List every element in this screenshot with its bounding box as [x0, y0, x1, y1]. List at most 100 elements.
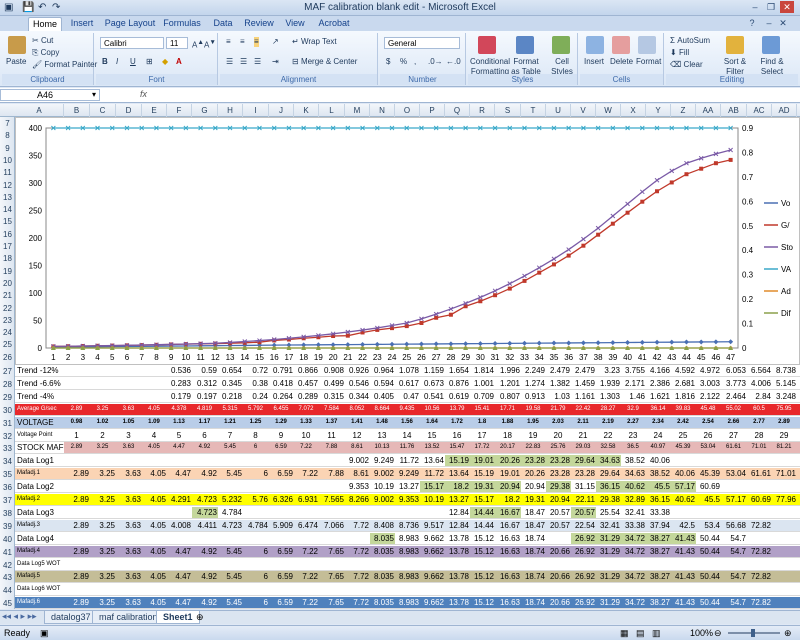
cell[interactable]: 7.72 [345, 520, 370, 531]
cell[interactable]: 4.819 [192, 404, 218, 415]
cell[interactable]: 6.564 [747, 365, 772, 376]
cell[interactable]: 54.7 [721, 597, 747, 608]
cell[interactable]: 0.617 [395, 378, 420, 389]
cell[interactable]: 2.89 [64, 442, 90, 453]
cell[interactable]: 7.066 [319, 520, 345, 531]
cell[interactable]: 4.05 [142, 597, 167, 608]
cell[interactable]: 1.33 [294, 417, 319, 428]
cell[interactable]: 15.17 [470, 494, 495, 505]
cell[interactable]: 1.41 [345, 417, 370, 428]
cell[interactable]: 23 [621, 430, 646, 441]
cell[interactable]: 1.21 [218, 417, 243, 428]
cell[interactable]: 2.89 [64, 494, 90, 505]
cell[interactable]: 16.67 [495, 520, 521, 531]
cell[interactable]: 7.22 [294, 468, 319, 479]
cell[interactable]: 10.56 [420, 404, 445, 415]
number-format-select[interactable]: General [384, 37, 460, 49]
cell[interactable]: 7.22 [294, 597, 319, 608]
row-label[interactable]: Trend -6.6% [15, 377, 64, 389]
cell[interactable]: 15.19 [445, 455, 470, 467]
row-label[interactable]: Mafadj.6 [15, 597, 64, 609]
row-label[interactable]: Data Log2 [15, 481, 64, 493]
format-cells-icon[interactable] [638, 36, 656, 54]
cell[interactable]: 41.43 [671, 597, 696, 608]
column-header-C[interactable]: C [90, 104, 116, 117]
cell[interactable]: 1.814 [470, 365, 495, 376]
column-header-Z[interactable]: Z [671, 104, 696, 117]
cell[interactable]: 4.378 [167, 404, 192, 415]
cell[interactable]: 1.161 [571, 391, 596, 402]
cell[interactable]: 38.27 [646, 546, 671, 557]
cell[interactable]: 8.983 [395, 571, 420, 582]
cell[interactable]: 4.47 [167, 597, 192, 608]
cell[interactable]: 26 [696, 430, 721, 441]
cell[interactable] [294, 507, 319, 518]
cell[interactable] [269, 507, 294, 518]
cell[interactable]: 8.61 [345, 442, 370, 453]
cell[interactable]: 13.78 [445, 571, 470, 582]
help-icon[interactable]: ? [745, 17, 759, 29]
cell[interactable]: 2.89 [64, 597, 90, 608]
cell[interactable]: 0.344 [345, 391, 370, 402]
cell[interactable]: 16 [445, 430, 470, 441]
cell[interactable]: 22 [596, 430, 621, 441]
column-header-O[interactable]: O [395, 104, 420, 117]
cell[interactable]: 6 [243, 468, 269, 479]
cell[interactable]: 4.05 [142, 571, 167, 582]
cell[interactable]: 18.2 [445, 481, 470, 493]
cell[interactable]: 8.738 [772, 365, 797, 376]
cell[interactable]: 4.592 [671, 365, 696, 376]
cell[interactable]: 0.315 [319, 391, 345, 402]
cell[interactable]: 0.964 [370, 365, 395, 376]
cell[interactable]: 3.25 [90, 520, 116, 531]
cell[interactable]: 34.72 [621, 532, 646, 544]
column-header-F[interactable]: F [167, 104, 192, 117]
tab-review[interactable]: Review [242, 17, 276, 31]
font-color-icon[interactable]: A [176, 57, 182, 67]
cell[interactable]: 7.22 [294, 571, 319, 582]
cell[interactable]: 4.008 [167, 520, 192, 531]
cell[interactable]: 7.584 [319, 404, 345, 415]
cell[interactable]: 50.44 [696, 597, 721, 608]
cell[interactable]: 10 [294, 430, 319, 441]
cell[interactable]: 9.662 [420, 597, 445, 608]
align-center-icon[interactable]: ☰ [240, 57, 247, 67]
cell[interactable]: 55.02 [721, 404, 747, 415]
cell[interactable]: 7.65 [319, 571, 345, 582]
row-header-28[interactable]: 28 [0, 380, 15, 389]
cell[interactable]: 0.72 [243, 365, 269, 376]
cell[interactable]: 6.59 [269, 468, 294, 479]
delete-button[interactable]: Delete [610, 57, 633, 67]
page-break-view-icon[interactable]: ▥ [652, 628, 661, 639]
grow-font-icon[interactable]: A▲ [192, 38, 204, 51]
cell[interactable]: 1.201 [495, 378, 521, 389]
cell[interactable]: 6.59 [269, 442, 294, 453]
cell[interactable]: 1.02 [90, 417, 116, 428]
cell[interactable]: 9.353 [345, 481, 370, 492]
cell[interactable]: 3.25 [90, 597, 116, 608]
cell[interactable]: 0.418 [269, 378, 294, 389]
cell[interactable]: 13.52 [420, 442, 445, 453]
cell[interactable]: 9.002 [345, 455, 370, 466]
shrink-font-icon[interactable]: A▼ [204, 38, 216, 51]
cell[interactable]: 71.01 [747, 442, 772, 453]
zoom-in-icon[interactable]: ⊕ [784, 628, 792, 639]
cell[interactable]: 23.28 [521, 455, 546, 467]
cell[interactable]: 38.27 [646, 532, 671, 544]
cell[interactable]: 0.289 [294, 391, 319, 402]
cell[interactable]: 2 [90, 430, 116, 441]
cell[interactable]: 9.662 [420, 533, 445, 544]
cell[interactable]: 20.66 [546, 571, 571, 582]
cell[interactable]: 7.22 [294, 546, 319, 557]
row-label[interactable]: Data Log6 WOT [15, 584, 64, 596]
insert-function-button[interactable]: fx [140, 89, 147, 99]
cell[interactable]: 11.76 [395, 442, 420, 453]
cell[interactable]: 4.47 [167, 571, 192, 582]
cell[interactable]: 8.664 [370, 404, 395, 415]
cell[interactable]: 72.82 [747, 546, 772, 557]
cell[interactable]: 0.709 [470, 391, 495, 402]
paste-icon[interactable] [8, 36, 26, 54]
cell[interactable]: 9.002 [370, 468, 395, 479]
cell[interactable]: 4.784 [243, 520, 269, 531]
autosum-button[interactable]: Σ AutoSum [670, 36, 710, 46]
